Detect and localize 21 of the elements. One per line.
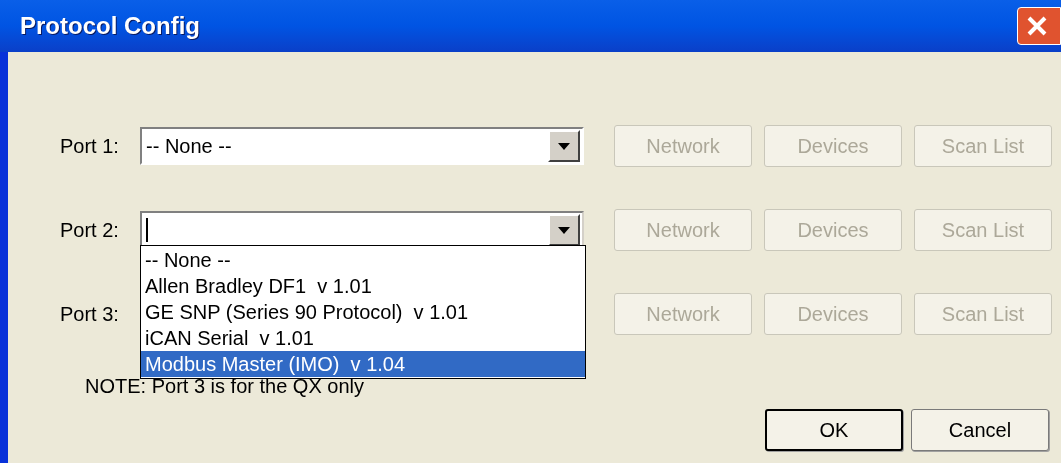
port-label: Port 1:: [60, 134, 120, 159]
caret-icon: [558, 226, 570, 234]
text-cursor: [146, 218, 148, 242]
dropdown-option[interactable]: GE SNP (Series 90 Protocol) v 1.01: [141, 299, 585, 325]
close-button[interactable]: [1017, 7, 1061, 45]
port-dropdown[interactable]: -- None --: [140, 127, 584, 165]
dropdown-option[interactable]: -- None --: [141, 247, 585, 273]
port-label: Port 3:: [60, 302, 120, 327]
close-icon: [1026, 15, 1048, 37]
dropdown-arrow-button[interactable]: [548, 214, 580, 246]
note-text: NOTE: Port 3 is for the QX only: [85, 375, 365, 399]
caret-icon: [558, 142, 570, 150]
dialog-button[interactable]: Cancel: [911, 409, 1049, 451]
port-label: Port 2:: [60, 218, 120, 243]
dialog-button[interactable]: OK: [765, 409, 903, 451]
dropdown-option[interactable]: Allen Bradley DF1 v 1.01: [141, 273, 585, 299]
dropdown-arrow-button[interactable]: [548, 130, 580, 162]
dropdown-option[interactable]: Modbus Master (IMO) v 1.04: [141, 351, 585, 377]
dropdown-option[interactable]: iCAN Serial v 1.01: [141, 325, 585, 351]
window-title: Protocol Config: [20, 11, 200, 41]
dropdown-value: -- None --: [146, 134, 232, 159]
